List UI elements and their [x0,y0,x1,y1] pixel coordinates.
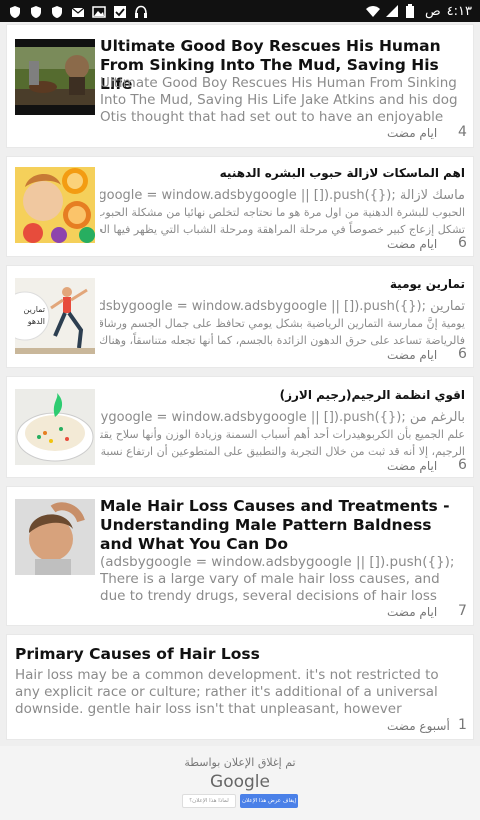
article-card[interactable]: Male Hair Loss Causes and Treatments - U… [6,486,474,626]
article-time: ايام مضت [387,237,438,251]
article-title[interactable]: Male Hair Loss Causes and Treatments - U… [100,497,465,554]
article-title[interactable]: اهم الماسكات لازالة حبوب البشره الدهنيه [100,165,465,181]
article-time: أسبوع مضت [387,719,450,733]
check-box-icon [113,4,127,18]
article-title[interactable]: اقوي انظمة الرجيم(رجيم الارز) [100,387,465,403]
article-card[interactable]: Ultimate Good Boy Rescues His Human From… [6,24,474,148]
article-time: ايام مضت [387,126,438,140]
article-card[interactable]: تمارين الدهو تمارين يومية تمارين ;({})ad… [6,265,474,368]
article-thumbnail [15,499,95,575]
article-time-number: 6 [458,457,467,473]
article-time-number: 7 [458,603,467,619]
article-title[interactable]: Primary Causes of Hair Loss [15,645,465,664]
google-brand: Google [210,772,270,792]
article-time-number: 4 [458,124,467,140]
article-snippet: Hair loss may be a common development. i… [15,667,439,717]
article-time-number: 6 [458,346,467,362]
snippet-line: الرجيم، إلا أنه قد ثبت من خلال التجربة و… [100,445,465,458]
snippet-line: الحبوب للبشرة الدهنية من اول مرة هو ما ن… [100,206,465,219]
article-snippet: ماسك لازالة ;({})adsbygoogle = window.ad… [100,187,465,239]
snippet-line: علم الجميع بأن الكربوهيدرات أحد أهم أسبا… [100,428,465,441]
article-card[interactable]: اهم الماسكات لازالة حبوب البشره الدهنيه … [6,156,474,257]
article-time: ايام مضت [387,348,438,362]
signal-icon [385,4,399,18]
article-thumbnail [15,389,95,465]
article-card[interactable]: اقوي انظمة الرجيم(رجيم الارز) بالرغم من … [6,376,474,478]
snippet-line-code: بالرغم من ;({})adsbygoogle = window.adsb… [100,410,465,425]
article-time-number: 6 [458,235,467,251]
snippet-line: تشكل إزعاج كبير خصوصاً في مرحلة المراهقة… [100,223,465,236]
shield-icon [8,4,22,18]
mail-icon [71,4,85,18]
status-ampm: ص [424,3,441,19]
why-this-ad-button[interactable]: لماذا هذا الإعلان؟ [182,794,236,808]
article-title[interactable]: تمارين يومية [100,276,465,292]
wifi-icon [365,4,380,18]
article-thumbnail [15,39,95,115]
stop-seeing-ad-button[interactable]: إيقاف عرض هذا الإعلان [240,794,298,808]
status-time: ٤:١٣ [446,3,472,19]
shield-icon [29,4,43,18]
snippet-line-code: ماسك لازالة ;({})adsbygoogle = window.ad… [100,188,465,203]
status-bar: ص ٤:١٣ [0,0,480,22]
battery-icon [405,4,419,18]
article-time: ايام مضت [387,605,438,619]
snippet-line-code: تمارين ;({})adsbygoogle = window.adsbygo… [100,299,465,314]
article-card[interactable]: Primary Causes of Hair Loss Hair loss ma… [6,634,474,740]
snippet-line: يومية إنَّ ممارسة التمارين الرياضية بشكل… [100,317,465,330]
ad-closed-text: تم إغلاق الإعلان بواسطة [184,756,296,769]
thumbnail-overlay-text: تمارين الدهو [23,305,45,326]
headset-icon [134,4,148,18]
article-snippet: بالرغم من ;({})adsbygoogle = window.adsb… [100,409,465,461]
article-snippet: (adsbygoogle = window.adsbygoogle || [])… [100,554,455,604]
article-time-number: 1 [458,717,467,733]
image-icon [92,4,106,18]
article-snippet: Ultimate Good Boy Rescues His Human From… [100,75,458,125]
article-snippet: تمارين ;({})adsbygoogle = window.adsbygo… [100,298,465,350]
article-time: ايام مضت [387,459,438,473]
snippet-line: فالرياضة تساعد على حرق الدهون الزائدة با… [100,334,465,347]
article-thumbnail [15,167,95,243]
article-thumbnail: تمارين الدهو [15,278,95,354]
shield-icon [50,4,64,18]
ad-footer: تم إغلاق الإعلان بواسطة Google لماذا هذا… [0,746,480,820]
